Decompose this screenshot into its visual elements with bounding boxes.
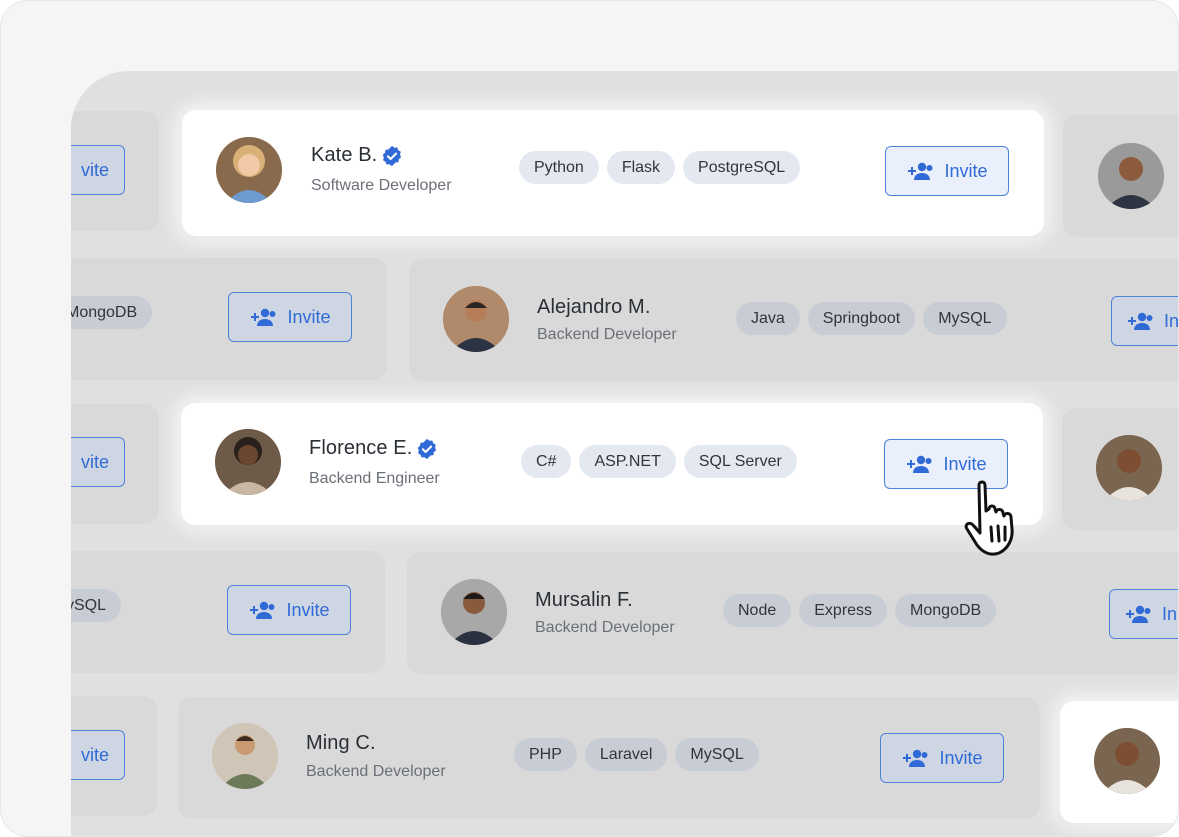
skill-tag: SQL Server [683, 445, 797, 478]
skill-tag: Laravel [584, 738, 668, 771]
candidate-card-partial: vite [71, 111, 159, 231]
candidate-name: Kate B. [311, 144, 403, 167]
skill-tag: MySQL [923, 302, 1007, 335]
invite-label: Invite [944, 160, 988, 181]
avatar [441, 579, 507, 645]
avatar [1098, 143, 1164, 209]
candidate-card-partial: MongoDB Invite [71, 258, 387, 380]
invite-button[interactable]: Invite [880, 733, 1004, 783]
verified-badge-icon [418, 438, 437, 459]
add-user-icon [251, 308, 276, 326]
app-frame: vite Kate B. Software Developer Python F… [0, 0, 1179, 837]
avatar [212, 723, 278, 789]
candidate-role: Software Developer [311, 177, 452, 194]
candidate-role: Backend Developer [537, 326, 677, 343]
invite-label: In [1164, 310, 1179, 331]
skill-tag: ySQL [71, 589, 122, 622]
invite-label: vite [80, 451, 109, 472]
skill-tag: Python [519, 151, 599, 184]
skill-tag: Springboot [807, 302, 916, 335]
avatar-photo-icon [443, 286, 509, 352]
invite-label: Invite [943, 453, 987, 474]
candidate-card-partial [1060, 701, 1178, 823]
skill-tag: Java [736, 302, 800, 335]
candidate-card-florence[interactable]: Florence E. Backend Engineer C# ASP.NET … [181, 403, 1043, 525]
invite-button[interactable]: vite [71, 730, 125, 780]
invite-label: Invite [939, 747, 983, 768]
candidate-name: Ming C. [306, 732, 376, 754]
candidate-card-partial: vite [71, 404, 159, 524]
candidate-name: Alejandro M. [537, 296, 651, 318]
skill-tag: C# [521, 445, 572, 478]
candidate-card-partial: vite [71, 696, 157, 816]
avatar-photo-icon [1098, 143, 1164, 209]
invite-label: vite [80, 159, 109, 180]
avatar-photo-icon [1096, 435, 1162, 501]
skill-tag: Flask [606, 151, 676, 184]
add-user-icon [903, 749, 928, 767]
skill-tags: Java Springboot MySQL [736, 302, 1007, 335]
candidate-role: Backend Developer [535, 619, 675, 636]
skill-tag: MySQL [675, 738, 759, 771]
candidate-role: Backend Developer [306, 763, 446, 780]
add-user-icon [1126, 605, 1151, 623]
invite-button[interactable]: vite [71, 145, 125, 195]
invite-label: Invite [286, 599, 330, 620]
skill-tag: ASP.NET [579, 445, 676, 478]
candidate-card-alejandro[interactable]: Alejandro M. Backend Developer Java Spri… [409, 259, 1179, 381]
avatar [216, 137, 282, 203]
skill-tags: Node Express MongoDB [723, 594, 997, 627]
avatar [1096, 435, 1162, 501]
invite-label: Invite [287, 306, 331, 327]
skill-tag: MongoDB [71, 296, 153, 329]
candidate-card-partial: ySQL Invite [71, 551, 385, 673]
avatar [443, 286, 509, 352]
invite-button[interactable]: Invite [228, 292, 352, 342]
add-user-icon [907, 455, 932, 473]
add-user-icon [908, 162, 933, 180]
avatar-photo-icon [1094, 728, 1160, 794]
avatar-photo-icon [212, 723, 278, 789]
skill-tag: MongoDB [895, 594, 997, 627]
candidate-name: Florence E. [309, 437, 438, 460]
invite-label: In [1162, 603, 1178, 624]
invite-button[interactable]: vite [71, 437, 125, 487]
candidate-name: Mursalin F. [535, 589, 633, 611]
add-user-icon [250, 601, 275, 619]
candidate-card-kate[interactable]: Kate B. Software Developer Python Flask … [182, 110, 1044, 236]
candidate-card-partial [1063, 115, 1178, 237]
invite-label: vite [80, 744, 109, 765]
candidate-role: Backend Engineer [309, 470, 440, 487]
avatar [215, 429, 281, 495]
avatar [1094, 728, 1160, 794]
invite-button[interactable]: In [1111, 296, 1179, 346]
skill-tags: C# ASP.NET SQL Server [521, 445, 797, 478]
candidate-grid: vite Kate B. Software Developer Python F… [71, 71, 1179, 836]
skill-tags: Python Flask PostgreSQL [519, 151, 801, 184]
hand-pointer-cursor-icon [964, 480, 1014, 556]
avatar-photo-icon [216, 137, 282, 203]
avatar-photo-icon [441, 579, 507, 645]
skill-tag: PHP [514, 738, 577, 771]
skill-tag: Node [723, 594, 792, 627]
invite-button[interactable]: Invite [885, 146, 1009, 196]
skill-tag: Express [799, 594, 888, 627]
candidate-card-mursalin[interactable]: Mursalin F. Backend Developer Node Expre… [407, 552, 1178, 674]
add-user-icon [1128, 312, 1153, 330]
invite-button[interactable]: In [1109, 589, 1178, 639]
candidate-card-partial [1062, 408, 1178, 530]
verified-badge-icon [383, 145, 402, 166]
candidate-card-ming[interactable]: Ming C. Backend Developer PHP Laravel My… [178, 697, 1040, 819]
skill-tag: PostgreSQL [683, 151, 801, 184]
avatar-photo-icon [215, 429, 281, 495]
skill-tags: PHP Laravel MySQL [514, 738, 759, 771]
invite-button[interactable]: Invite [227, 585, 351, 635]
